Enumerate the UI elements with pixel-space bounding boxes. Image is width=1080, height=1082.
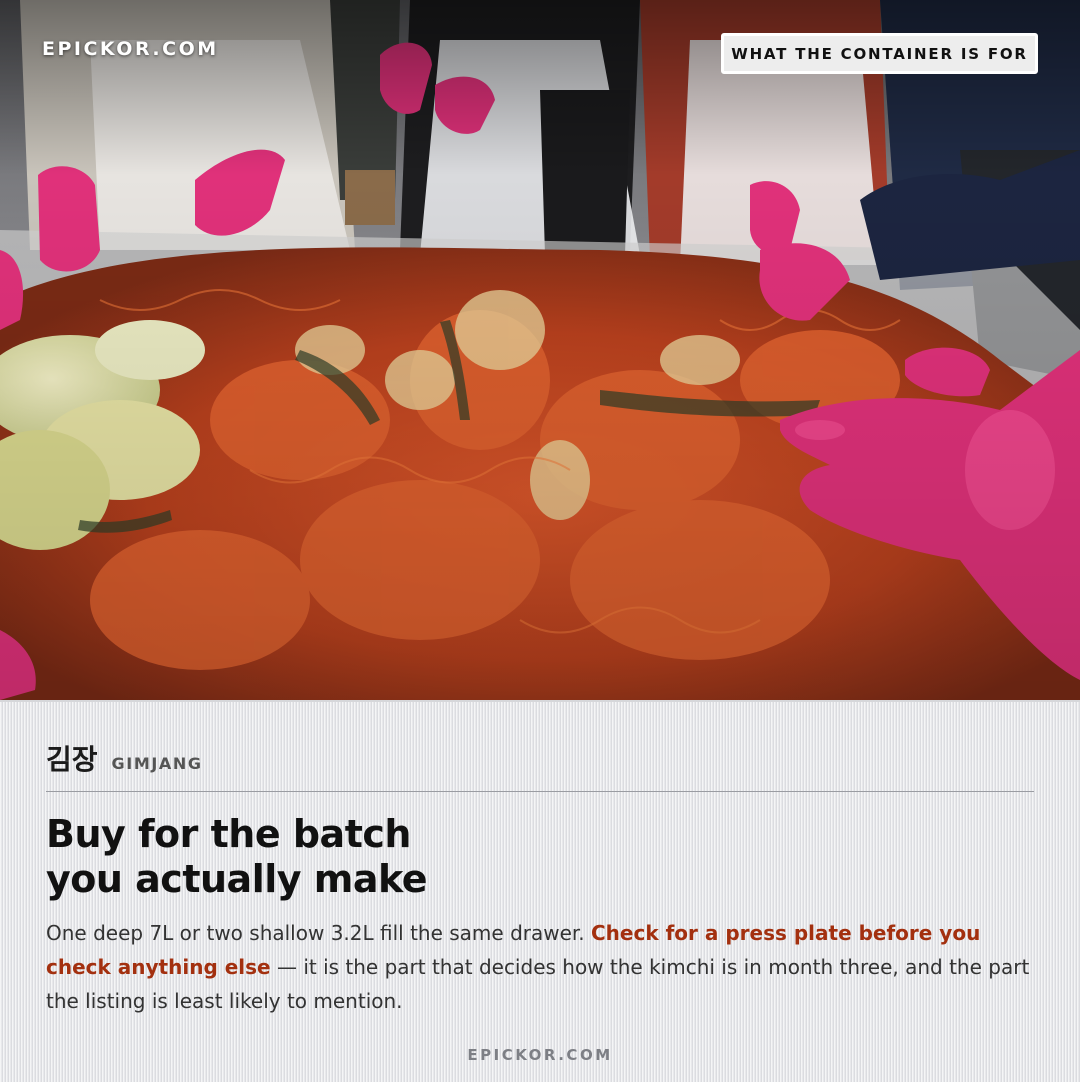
brand-logo-bottom[interactable]: EPICKOR.COM — [0, 1046, 1080, 1064]
headline-line-1: Buy for the batch — [46, 812, 411, 856]
kicker: 김장 GIMJANG — [46, 738, 203, 778]
body-paragraph: One deep 7L or two shallow 3.2L fill the… — [46, 916, 1036, 1018]
headline: Buy for the batch you actually make — [46, 812, 746, 902]
kimchi-making-photo — [0, 0, 1080, 700]
headline-line-2: you actually make — [46, 857, 428, 901]
kicker-english: GIMJANG — [111, 754, 203, 773]
body-text-part-1: One deep 7L or two shallow 3.2L fill the… — [46, 921, 591, 945]
kicker-korean: 김장 — [46, 743, 98, 776]
article-panel: 김장 GIMJANG Buy for the batch you actuall… — [0, 700, 1080, 1082]
hero-photo: EPICKOR.COM WHAT THE CONTAINER IS FOR — [0, 0, 1080, 700]
brand-logo-top[interactable]: EPICKOR.COM — [42, 38, 219, 60]
divider — [46, 791, 1034, 792]
section-badge: WHAT THE CONTAINER IS FOR — [721, 33, 1038, 74]
